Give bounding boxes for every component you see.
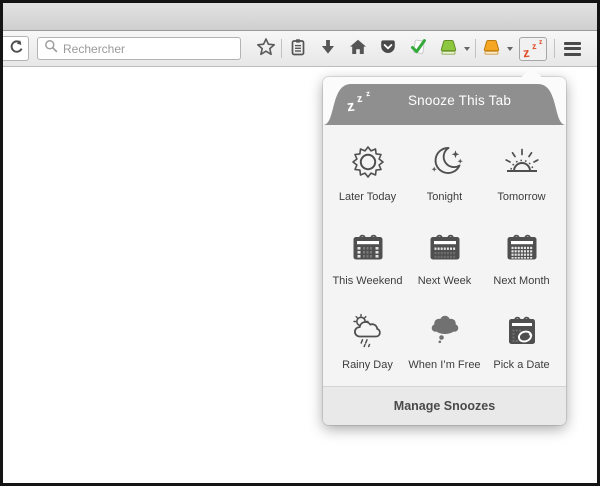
reload-button[interactable] — [3, 36, 29, 61]
calendar-week-icon — [425, 226, 465, 266]
pocket-button[interactable] — [375, 37, 400, 61]
snooze-option-label: Tomorrow — [497, 191, 545, 203]
reload-icon — [8, 39, 24, 58]
toolbar-separator — [554, 39, 555, 58]
green-drawer-dropdown[interactable] — [461, 37, 472, 61]
toolbar-separator — [475, 39, 476, 58]
pocket-icon — [378, 37, 398, 60]
browser-window: z z z z z z Snooze This Tab — [0, 0, 600, 486]
snooze-option-label: Tonight — [427, 191, 462, 203]
orange-drawer-button[interactable] — [479, 37, 504, 61]
search-input[interactable] — [63, 42, 223, 56]
search-icon — [44, 39, 58, 58]
orange-drawer-dropdown[interactable] — [504, 37, 515, 61]
moon-stars-icon — [425, 142, 465, 182]
snooze-option-later-today[interactable]: Later Today — [329, 131, 406, 215]
hamburger-menu-icon — [564, 42, 581, 56]
green-drawer-button[interactable] — [436, 37, 461, 61]
home-icon — [348, 37, 368, 60]
snooze-option-rainy-day[interactable]: Rainy Day — [329, 298, 406, 382]
home-button[interactable] — [345, 37, 370, 61]
snooze-options-grid: Later Today Tonight — [323, 125, 566, 386]
snooze-option-this-weekend[interactable]: This Weekend — [329, 215, 406, 299]
clipboard-button[interactable] — [285, 37, 310, 61]
snooze-option-tonight[interactable]: Tonight — [406, 131, 483, 215]
manage-snoozes-label: Manage Snoozes — [394, 399, 495, 413]
chevron-down-icon — [507, 47, 513, 51]
check-icon — [408, 37, 428, 60]
popup-title: Snooze This Tab — [363, 93, 556, 108]
toolbar-separator — [281, 39, 282, 58]
popup-header: z z z Snooze This Tab — [323, 77, 566, 125]
check-extension-button[interactable] — [405, 37, 430, 61]
snooze-option-label: Pick a Date — [493, 359, 549, 371]
download-icon — [318, 37, 338, 60]
snooze-option-when-im-free[interactable]: When I’m Free — [406, 298, 483, 382]
orange-drawer-icon — [481, 37, 502, 60]
zzz-letter: z — [522, 45, 530, 59]
zzz-letter: z — [346, 99, 355, 115]
search-bar — [37, 37, 241, 60]
rain-cloud-sun-icon — [348, 310, 388, 350]
green-drawer-icon — [438, 37, 459, 60]
calendar-clock-icon — [502, 310, 542, 350]
star-icon — [256, 37, 276, 60]
zzz-letter: z — [539, 38, 543, 45]
snooze-popup-panel: z z z Snooze This Tab Later Today — [323, 77, 566, 425]
tab-strip — [3, 3, 597, 31]
snooze-option-label: Next Month — [493, 275, 549, 287]
zzz-letter: z — [532, 41, 537, 50]
snooze-option-next-month[interactable]: Next Month — [483, 215, 560, 299]
snooze-option-label: Later Today — [339, 191, 396, 203]
snooze-option-pick-a-date[interactable]: Pick a Date — [483, 298, 560, 382]
snooze-option-label: This Weekend — [332, 275, 402, 287]
snooze-extension-button[interactable]: z z z — [519, 37, 547, 61]
snooze-option-tomorrow[interactable]: Tomorrow — [483, 131, 560, 215]
menu-button[interactable] — [560, 37, 585, 61]
manage-snoozes-button[interactable]: Manage Snoozes — [323, 386, 566, 425]
thought-bubble-icon — [425, 310, 465, 350]
chevron-down-icon — [464, 47, 470, 51]
snooze-option-label: Next Week — [418, 275, 472, 287]
snooze-option-label: When I’m Free — [408, 359, 480, 371]
calendar-month-icon — [502, 226, 542, 266]
snooze-option-next-week[interactable]: Next Week — [406, 215, 483, 299]
calendar-weekend-icon — [348, 226, 388, 266]
download-button[interactable] — [315, 37, 340, 61]
bookmark-star-button[interactable] — [253, 37, 278, 61]
sun-icon — [348, 142, 388, 182]
sunrise-icon — [502, 142, 542, 182]
navigation-toolbar: z z z — [3, 31, 597, 67]
snooze-option-label: Rainy Day — [342, 359, 393, 371]
clipboard-icon — [288, 37, 308, 60]
